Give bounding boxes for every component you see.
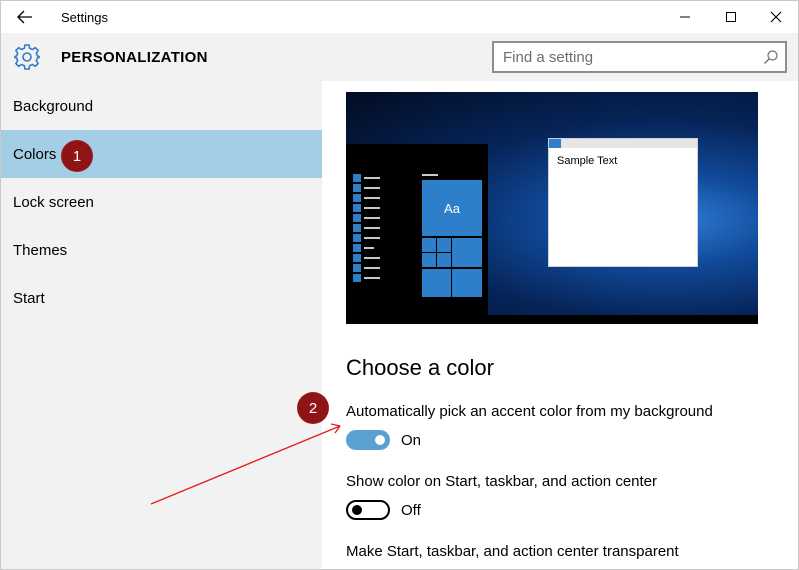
sidebar-item-label: Background <box>13 97 94 115</box>
window-title: Settings <box>61 10 108 25</box>
close-button[interactable] <box>753 1 798 33</box>
preview-app-icon <box>353 224 361 232</box>
maximize-icon <box>726 12 736 22</box>
theme-preview: Aa Sample Text <box>346 92 758 324</box>
preview-app-icon <box>353 184 361 192</box>
preview-app-icon <box>353 204 361 212</box>
sidebar-item-colors[interactable]: Colors <box>1 130 322 178</box>
sidebar: Background Colors Lock screen Themes Sta… <box>1 81 322 569</box>
preview-app-icon <box>353 174 361 182</box>
preview-taskbar <box>346 315 758 324</box>
preview-menu-line <box>364 227 380 229</box>
sidebar-item-label: Lock screen <box>13 193 94 211</box>
sidebar-item-background[interactable]: Background <box>1 82 322 130</box>
preview-sample-text: Sample Text <box>557 155 618 167</box>
sidebar-item-label: Themes <box>13 241 68 259</box>
show-color-label: Show color on Start, taskbar, and action… <box>346 473 658 490</box>
preview-menu-line <box>364 177 380 179</box>
preview-tile <box>452 238 482 267</box>
back-arrow-icon <box>17 10 32 24</box>
preview-menu-line <box>364 237 380 239</box>
preview-menu-line <box>364 257 380 259</box>
gear-icon <box>14 44 40 70</box>
minimize-icon <box>680 16 690 18</box>
preview-app-icon <box>353 234 361 242</box>
preview-tile-large: Aa <box>422 180 482 236</box>
page-header: PERSONALIZATION <box>1 33 798 81</box>
toggle-knob <box>375 435 385 445</box>
preview-app-icon <box>353 274 361 282</box>
preview-tile <box>452 269 482 297</box>
sidebar-item-label: Start <box>13 289 45 307</box>
toggle-knob <box>352 505 362 515</box>
search-input[interactable] <box>494 43 754 71</box>
preview-menu-line <box>364 217 380 219</box>
page-title: PERSONALIZATION <box>61 49 208 66</box>
annotation-badge-2: 2 <box>298 393 328 423</box>
preview-app-icon <box>353 264 361 272</box>
transparency-label: Make Start, taskbar, and action center t… <box>346 543 679 560</box>
maximize-button[interactable] <box>708 1 754 33</box>
close-icon <box>770 11 782 23</box>
main-content: Aa Sample Text Choose a color Automatica… <box>322 81 798 569</box>
auto-accent-label: Automatically pick an accent color from … <box>346 403 713 420</box>
preview-app-icon <box>353 214 361 222</box>
preview-sample-window: Sample Text <box>548 138 698 267</box>
preview-group-header <box>422 174 438 176</box>
settings-window: Settings PERSONALIZATION Find a setting … <box>0 0 799 570</box>
search-box[interactable] <box>492 41 787 73</box>
preview-menu-line <box>364 187 380 189</box>
section-title: Choose a color <box>346 355 494 380</box>
auto-accent-toggle[interactable] <box>346 430 390 450</box>
preview-tile <box>437 238 451 252</box>
preview-tile-label: Aa <box>444 200 460 216</box>
show-color-state: Off <box>401 502 421 519</box>
preview-tile <box>422 238 436 252</box>
preview-app-icon <box>353 244 361 252</box>
preview-menu-line <box>364 197 380 199</box>
auto-accent-state: On <box>401 432 422 449</box>
sidebar-item-start[interactable]: Start <box>1 274 322 322</box>
search-icon[interactable] <box>763 49 779 65</box>
preview-app-icon <box>353 194 361 202</box>
preview-menu-line <box>364 267 380 269</box>
minimize-button[interactable] <box>662 1 708 33</box>
sidebar-item-label: Colors <box>13 145 57 163</box>
preview-menu-line <box>364 247 374 249</box>
preview-sample-titlebar <box>549 139 697 148</box>
preview-tile <box>422 269 451 297</box>
back-button[interactable] <box>7 3 43 31</box>
preview-menu-line <box>364 207 380 209</box>
preview-tile <box>422 253 436 267</box>
sidebar-item-lock-screen[interactable]: Lock screen <box>1 178 322 226</box>
preview-sample-accent <box>549 139 561 148</box>
title-bar: Settings <box>1 1 798 33</box>
preview-app-icon <box>353 254 361 262</box>
sidebar-item-themes[interactable]: Themes <box>1 226 322 274</box>
preview-tile <box>437 253 451 267</box>
show-color-toggle[interactable] <box>346 500 390 520</box>
preview-start-menu: Aa <box>346 144 488 315</box>
preview-menu-line <box>364 277 380 279</box>
annotation-badge-1: 1 <box>62 141 92 171</box>
